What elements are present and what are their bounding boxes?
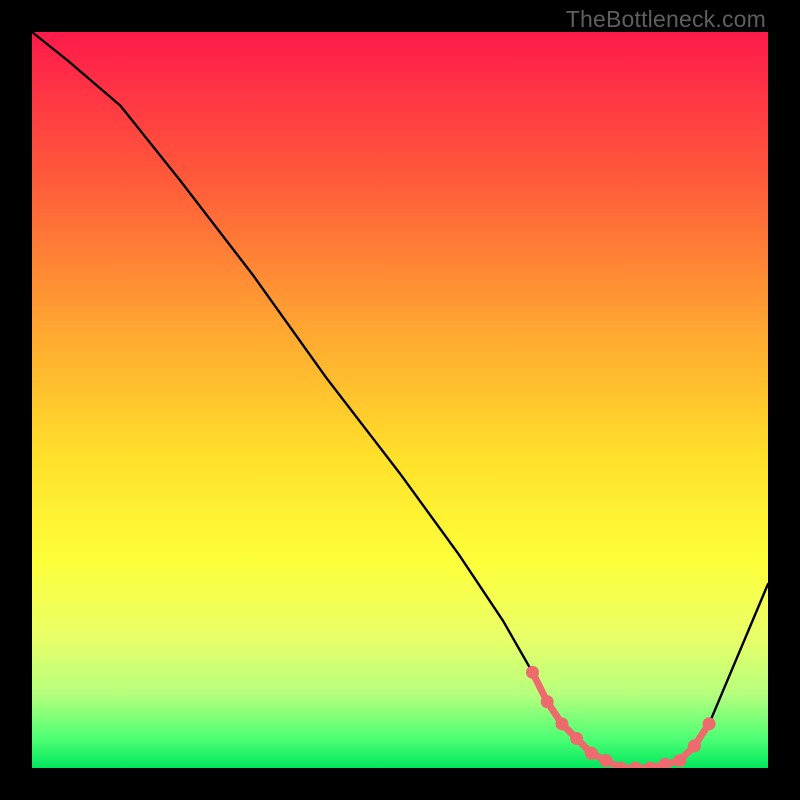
watermark-text: TheBottleneck.com	[566, 6, 766, 33]
bottleneck-chart	[32, 32, 768, 768]
optimal-point-marker	[688, 739, 701, 752]
optimal-point-marker	[570, 732, 583, 745]
optimal-point-marker	[600, 754, 613, 767]
optimal-point-marker	[541, 695, 554, 708]
optimal-point-marker	[703, 717, 716, 730]
optimal-point-marker	[585, 747, 598, 760]
optimal-point-marker	[673, 754, 686, 767]
optimal-point-marker	[526, 666, 539, 679]
optimal-point-marker	[555, 717, 568, 730]
chart-frame	[32, 32, 768, 768]
chart-background	[32, 32, 768, 768]
